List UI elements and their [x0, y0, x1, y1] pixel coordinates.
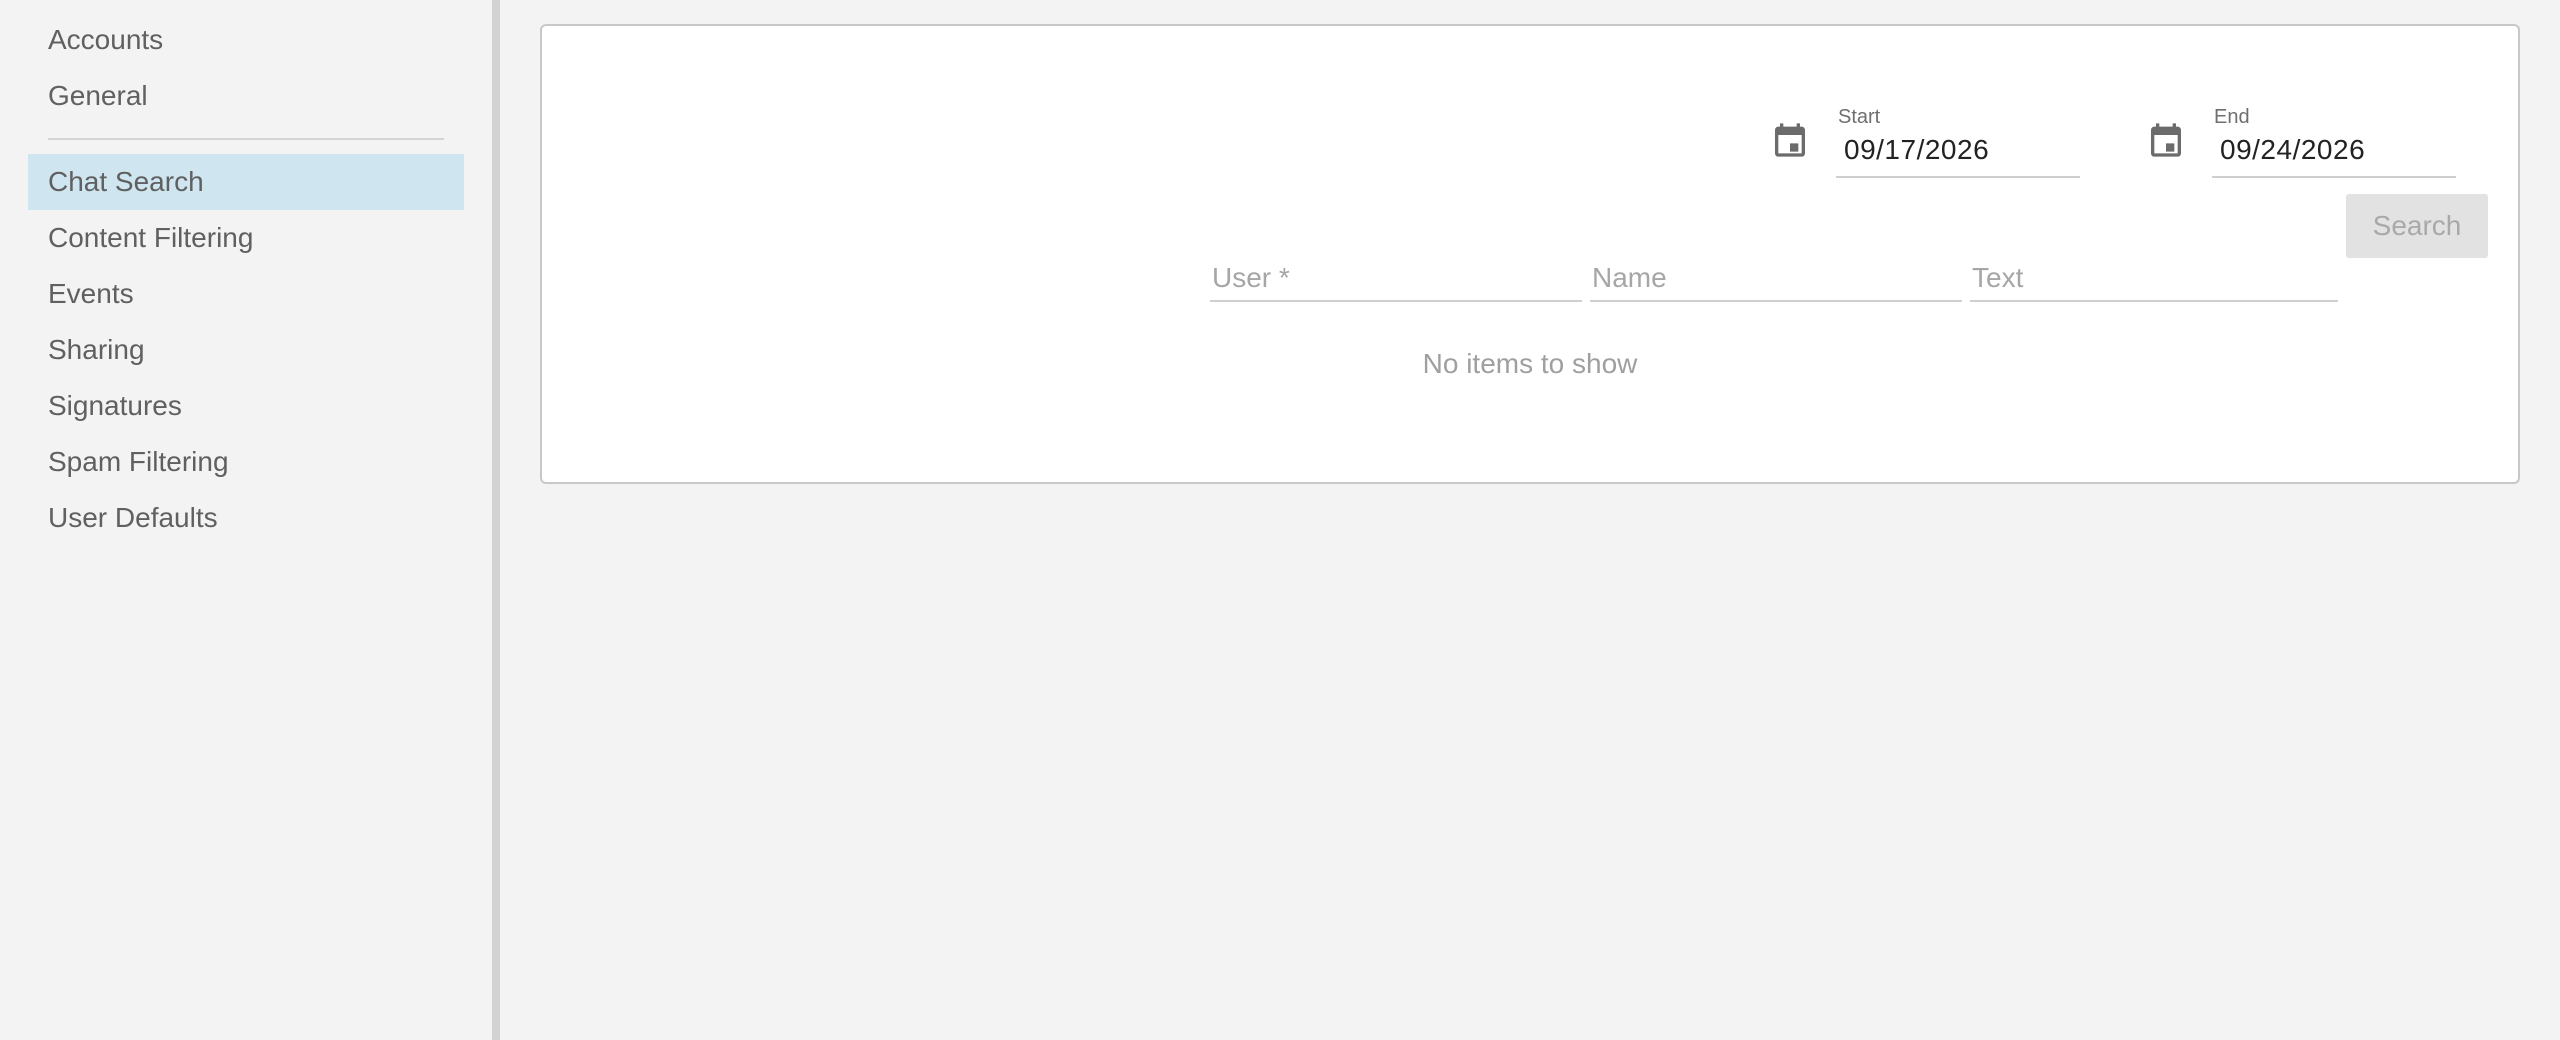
sidebar-splitter[interactable]: [492, 0, 500, 1040]
empty-results-message: No items to show: [1422, 348, 1638, 379]
start-date-value[interactable]: 09/17/2026: [1844, 134, 1989, 166]
name-input[interactable]: Name: [1590, 232, 1962, 302]
end-date-label: End: [2214, 106, 2250, 128]
sidebar: Accounts General Chat Search Content Fil…: [0, 0, 492, 1040]
user-input-underline: [1210, 300, 1582, 302]
chat-search-panel: Start 09/17/2026 End 09/24/2026 User * N…: [540, 24, 2520, 484]
sidebar-item-spam-filtering[interactable]: Spam Filtering: [28, 434, 464, 490]
calendar-icon[interactable]: [1770, 118, 1810, 162]
sidebar-item-events[interactable]: Events: [28, 266, 464, 322]
sidebar-item-general[interactable]: General: [28, 68, 464, 124]
sidebar-item-sharing[interactable]: Sharing: [28, 322, 464, 378]
sidebar-item-user-defaults[interactable]: User Defaults: [28, 490, 464, 546]
user-input-placeholder: User *: [1212, 262, 1290, 293]
start-date-field[interactable]: Start 09/17/2026: [1770, 78, 2090, 180]
sidebar-item-accounts[interactable]: Accounts: [28, 12, 464, 68]
user-input[interactable]: User *: [1210, 232, 1582, 302]
search-button[interactable]: Search: [2346, 194, 2488, 258]
sidebar-item-signatures[interactable]: Signatures: [28, 378, 464, 434]
sidebar-divider: [48, 138, 444, 140]
text-input-placeholder: Text: [1972, 262, 2024, 293]
sidebar-item-content-filtering[interactable]: Content Filtering: [28, 210, 464, 266]
name-input-placeholder: Name: [1592, 262, 1667, 293]
text-input[interactable]: Text: [1970, 232, 2338, 302]
sidebar-item-chat-search[interactable]: Chat Search: [28, 154, 464, 210]
text-input-underline: [1970, 300, 2338, 302]
start-date-underline: [1836, 176, 2080, 178]
app-window: Accounts General Chat Search Content Fil…: [0, 0, 2560, 1040]
name-input-underline: [1590, 300, 1962, 302]
end-date-underline: [2212, 176, 2456, 178]
start-date-label: Start: [1838, 106, 1881, 128]
calendar-icon[interactable]: [2146, 118, 2186, 162]
end-date-value[interactable]: 09/24/2026: [2220, 134, 2365, 166]
end-date-field[interactable]: End 09/24/2026: [2146, 78, 2466, 180]
